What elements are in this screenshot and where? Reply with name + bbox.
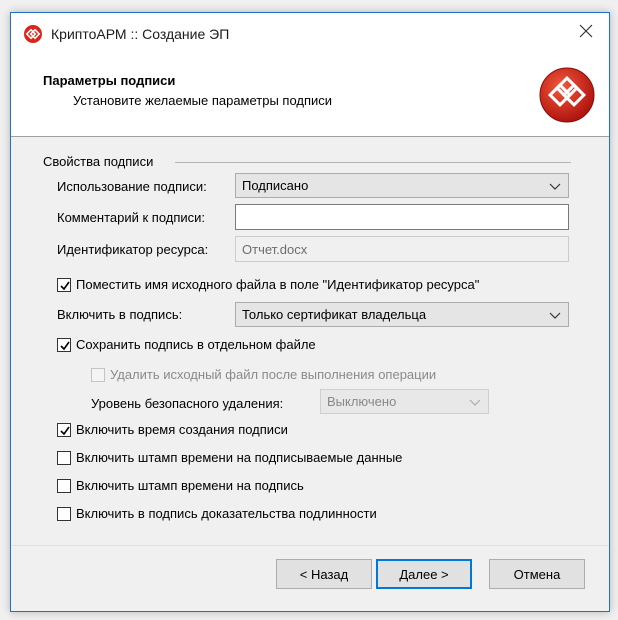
secure-delete-select[interactable]: Выключено <box>320 389 489 414</box>
close-button[interactable] <box>563 13 609 49</box>
checkmark-icon <box>60 426 70 435</box>
checkbox-box <box>57 422 71 437</box>
checkbox-box <box>57 506 71 521</box>
checkmark-icon <box>60 341 70 350</box>
stamp-data-label: Включить штамп времени на подписываемые … <box>76 450 403 465</box>
secure-delete-value: Выключено <box>327 394 397 409</box>
usage-select[interactable]: Подписано <box>235 173 569 198</box>
stamp-sign-label: Включить штамп времени на подпись <box>76 478 304 493</box>
delete-source-checkbox[interactable]: Удалить исходный файл после выполнения о… <box>91 367 436 382</box>
put-filename-checkbox[interactable]: Поместить имя исходного файла в поле "Ид… <box>57 277 479 292</box>
save-separate-label: Сохранить подпись в отдельном файле <box>76 337 316 352</box>
stamp-sign-checkbox[interactable]: Включить штамп времени на подпись <box>57 478 304 493</box>
wizard-header: Параметры подписи Установите желаемые па… <box>11 59 609 137</box>
usage-label: Использование подписи: <box>57 179 207 194</box>
checkbox-box <box>91 367 105 382</box>
page-subtitle: Установите желаемые параметры подписи <box>73 93 333 108</box>
comment-label: Комментарий к подписи: <box>57 210 206 225</box>
chevron-down-icon <box>549 183 561 190</box>
page-title: Параметры подписи <box>43 73 176 88</box>
comment-field[interactable] <box>235 204 569 230</box>
cancel-button[interactable]: Отмена <box>489 559 585 589</box>
include-label: Включить в подпись: <box>57 307 183 322</box>
evidence-label: Включить в подпись доказательства подлин… <box>76 506 377 521</box>
resource-label: Идентификатор ресурса: <box>57 242 209 257</box>
checkbox-box <box>57 450 71 465</box>
include-value: Только сертификат владельца <box>242 307 427 322</box>
checkbox-box <box>57 478 71 493</box>
close-icon <box>579 24 593 38</box>
cryptoarm-logo-icon <box>24 25 42 43</box>
title-bar: КриптоАРМ :: Создание ЭП <box>11 13 609 59</box>
checkmark-icon <box>60 281 70 290</box>
resource-field[interactable]: Отчет.docx <box>235 236 569 262</box>
next-button[interactable]: Далее > <box>376 559 472 589</box>
chevron-down-icon <box>469 399 481 406</box>
back-button[interactable]: < Назад <box>276 559 372 589</box>
stamp-data-checkbox[interactable]: Включить штамп времени на подписываемые … <box>57 450 402 465</box>
secure-delete-label: Уровень безопасного удаления: <box>91 396 284 411</box>
save-separate-checkbox[interactable]: Сохранить подпись в отдельном файле <box>57 337 316 352</box>
group-title: Свойства подписи <box>43 154 154 169</box>
evidence-checkbox[interactable]: Включить в подпись доказательства подлин… <box>57 506 377 521</box>
usage-value: Подписано <box>242 178 309 193</box>
chevron-down-icon <box>549 312 561 319</box>
checkbox-box <box>57 337 71 352</box>
cryptoarm-logo-icon <box>539 67 595 123</box>
put-filename-label: Поместить имя исходного файла в поле "Ид… <box>76 277 480 292</box>
include-select[interactable]: Только сертификат владельца <box>235 302 569 327</box>
group-divider <box>175 162 571 163</box>
window-title: КриптоАРМ :: Создание ЭП <box>51 26 230 42</box>
include-time-label: Включить время создания подписи <box>76 422 288 437</box>
include-time-checkbox[interactable]: Включить время создания подписи <box>57 422 288 437</box>
checkbox-box <box>57 277 71 292</box>
delete-source-label: Удалить исходный файл после выполнения о… <box>110 367 437 382</box>
footer-divider <box>11 545 609 546</box>
dialog-window: КриптоАРМ :: Создание ЭП Параметры подпи… <box>10 12 610 612</box>
resource-value: Отчет.docx <box>242 241 308 257</box>
